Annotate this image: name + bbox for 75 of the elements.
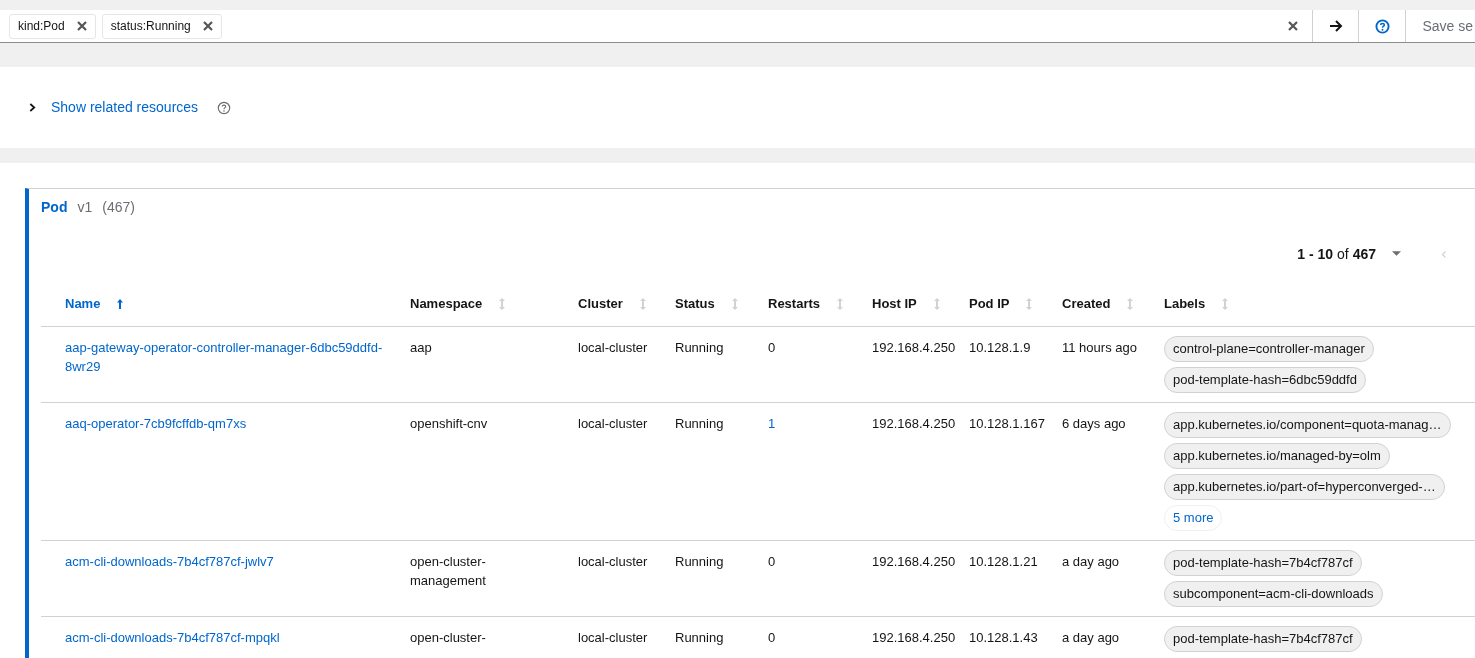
close-icon[interactable] bbox=[76, 21, 87, 31]
resource-count: (467) bbox=[102, 198, 135, 217]
label-chip: pod-template-hash=6dbc59ddfd bbox=[1164, 367, 1366, 393]
label-chip: app.kubernetes.io/managed-by=olm bbox=[1164, 443, 1390, 469]
save-search-button[interactable]: Save se bbox=[1406, 10, 1475, 42]
table-cell-text: 0 bbox=[768, 629, 777, 647]
table-cell-text: local-cluster bbox=[578, 629, 649, 647]
label-chip: app.kubernetes.io/component=quota-manag… bbox=[1164, 412, 1451, 438]
column-header[interactable]: Created bbox=[1062, 294, 1164, 314]
table-cell-text: openshift-cnv bbox=[410, 415, 489, 433]
table-cell-text: Running bbox=[675, 339, 725, 357]
sort-icon bbox=[1126, 298, 1135, 310]
restarts-link[interactable]: 1 bbox=[768, 414, 872, 531]
pod-name-link[interactable]: acm-cli-downloads-7b4cf787cf-mpqkl bbox=[41, 628, 410, 652]
pod-name-link[interactable]: aaq-operator-7cb9fcffdb-qm7xs bbox=[41, 414, 410, 531]
column-header[interactable]: Restarts bbox=[768, 294, 872, 314]
resource-kind: Pod bbox=[41, 198, 68, 217]
table-cell-text: 192.168.4.250 bbox=[872, 553, 957, 571]
sort-icon bbox=[1221, 298, 1230, 310]
label-chip: control-plane=controller-manager bbox=[1164, 336, 1374, 362]
filter-chip[interactable]: kind:Pod bbox=[9, 13, 96, 39]
resource-version: v1 bbox=[77, 198, 93, 217]
search-bar[interactable]: kind:Pod status:Running Save se bbox=[0, 10, 1475, 43]
table-cell-text: 6 days ago bbox=[1062, 415, 1127, 433]
label-chip: pod-template-hash=7b4cf787cf bbox=[1164, 550, 1362, 576]
column-header[interactable]: Namespace bbox=[410, 294, 578, 314]
show-related-resources-link[interactable]: Show related resources bbox=[51, 97, 199, 118]
sort-icon bbox=[932, 298, 941, 310]
table-cell-text: 10.128.1.43 bbox=[969, 629, 1039, 647]
help-icon[interactable] bbox=[217, 100, 232, 115]
column-header[interactable]: Host IP bbox=[872, 294, 969, 314]
table-cell-text: 0 bbox=[768, 553, 777, 571]
table-cell-text: Running bbox=[675, 415, 725, 433]
column-header[interactable]: Cluster bbox=[578, 294, 675, 314]
table-cell-text: open-cluster- bbox=[410, 629, 487, 647]
table-cell-text: 0 bbox=[768, 339, 777, 357]
sort-icon bbox=[730, 298, 739, 310]
table-cell-text: 192.168.4.250 bbox=[872, 339, 957, 357]
sort-icon bbox=[1025, 298, 1034, 310]
table-cell-text: open-cluster-management bbox=[410, 553, 487, 590]
table-cell-text: 192.168.4.250 bbox=[872, 629, 957, 647]
table-cell-text: aap bbox=[410, 339, 433, 357]
sort-icon bbox=[638, 298, 647, 310]
table-cell-text: 11 hours ago bbox=[1062, 339, 1138, 357]
table-cell-text: local-cluster bbox=[578, 553, 649, 571]
pod-name-link[interactable]: acm-cli-downloads-7b4cf787cf-jwlv7 bbox=[41, 552, 410, 607]
sort-icon bbox=[836, 298, 845, 310]
table-cell-text: Running bbox=[675, 553, 725, 571]
sort-icon bbox=[498, 298, 507, 310]
column-header[interactable]: Name bbox=[41, 294, 410, 314]
column-header[interactable]: Labels bbox=[1164, 294, 1464, 314]
chevron-right-icon[interactable] bbox=[29, 103, 36, 112]
table-cell-text: 192.168.4.250 bbox=[872, 415, 957, 433]
pod-name-link[interactable]: aap-gateway-operator-controller-manager-6dbc59ddfd-8wr29 bbox=[41, 338, 410, 393]
filter-chip[interactable]: status:Running bbox=[101, 13, 222, 39]
chip-label: kind:Pod bbox=[18, 18, 65, 35]
pagination-range: 1 - 10 of 467 bbox=[1297, 244, 1376, 264]
column-header[interactable]: Status bbox=[675, 294, 768, 314]
table-cell-text: 10.128.1.9 bbox=[969, 339, 1032, 357]
label-chip: app.kubernetes.io/part-of=hyperconverged-… bbox=[1164, 474, 1445, 500]
table-cell-text: 10.128.1.167 bbox=[969, 415, 1046, 433]
close-icon[interactable] bbox=[202, 21, 213, 31]
sort-ascending-icon bbox=[116, 298, 125, 310]
table-cell-text: local-cluster bbox=[578, 339, 649, 357]
table-cell-text: a day ago bbox=[1062, 553, 1121, 571]
table-cell-text: a day ago bbox=[1062, 629, 1121, 647]
table-cell-text: Running bbox=[675, 629, 725, 647]
close-icon[interactable] bbox=[1287, 21, 1298, 31]
caret-down-icon[interactable] bbox=[1392, 251, 1401, 257]
label-chip: pod-template-hash=7b4cf787cf bbox=[1164, 626, 1362, 652]
table-cell-text: 10.128.1.21 bbox=[969, 553, 1039, 571]
column-header[interactable]: Pod IP bbox=[969, 294, 1062, 314]
chip-label: status:Running bbox=[110, 18, 191, 35]
label-chip: subcomponent=acm-cli-downloads bbox=[1164, 581, 1383, 607]
table-cell-text: local-cluster bbox=[578, 415, 649, 433]
